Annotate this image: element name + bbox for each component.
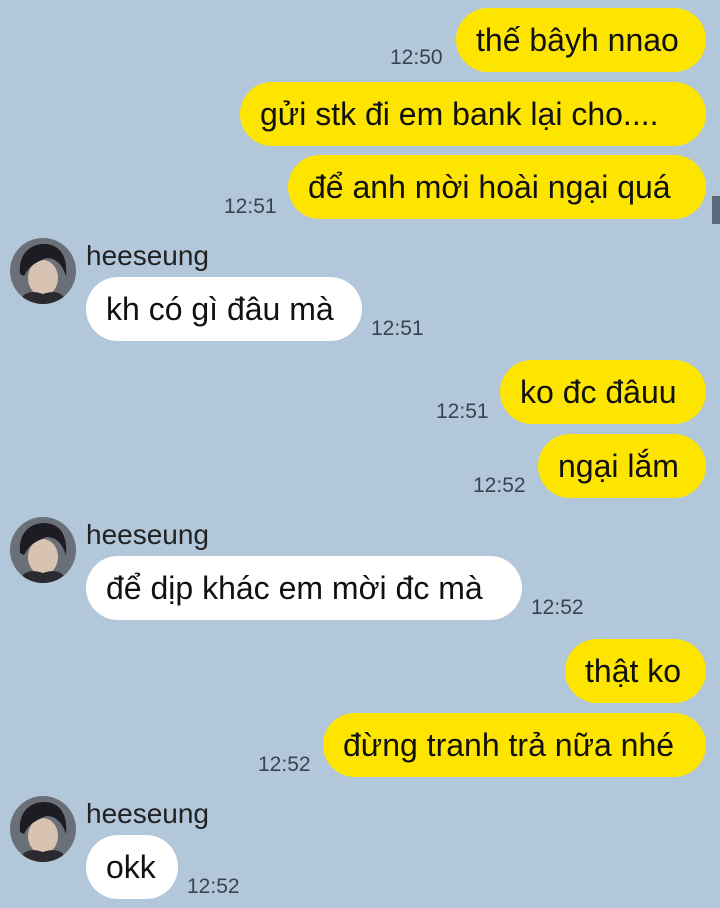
message-time: 12:52 (531, 596, 584, 619)
message-time: 12:52 (473, 474, 526, 497)
message-time: 12:51 (436, 400, 489, 423)
message-time: 12:50 (390, 46, 443, 69)
incoming-message[interactable]: để dịp khác em mời đc mà (86, 556, 522, 620)
message-time: 12:52 (258, 753, 311, 776)
outgoing-message[interactable]: ko đc đâuu (500, 360, 706, 424)
contact-avatar[interactable] (10, 517, 76, 583)
outgoing-message[interactable]: thật ko (565, 639, 706, 703)
sender-name: heeseung (86, 798, 210, 829)
outgoing-message[interactable]: ngại lắm (538, 434, 706, 498)
chat-window[interactable]: 12:50 thế bâyh nnao gửi stk đi em bank l… (0, 0, 720, 908)
sender-name: heeseung (86, 519, 210, 550)
message-time: 12:51 (371, 317, 424, 340)
message-time: 12:51 (224, 195, 277, 218)
outgoing-message[interactable]: để anh mời hoài ngại quá (288, 155, 706, 219)
outgoing-message[interactable]: thế bâyh nnao (456, 8, 706, 72)
message-time: 12:52 (187, 875, 240, 898)
outgoing-message[interactable]: đừng tranh trả nữa nhé (323, 713, 706, 777)
outgoing-message[interactable]: gửi stk đi em bank lại cho.... (240, 82, 706, 146)
avatar-photo-icon (10, 517, 76, 583)
contact-avatar[interactable] (10, 796, 76, 862)
avatar-photo-icon (10, 796, 76, 862)
sender-name: heeseung (86, 240, 210, 271)
incoming-message[interactable]: kh có gì đâu mà (86, 277, 362, 341)
avatar-photo-icon (10, 238, 76, 304)
contact-avatar[interactable] (10, 238, 76, 304)
scrollbar-thumb[interactable] (712, 196, 720, 224)
incoming-message[interactable]: okk (86, 835, 178, 899)
